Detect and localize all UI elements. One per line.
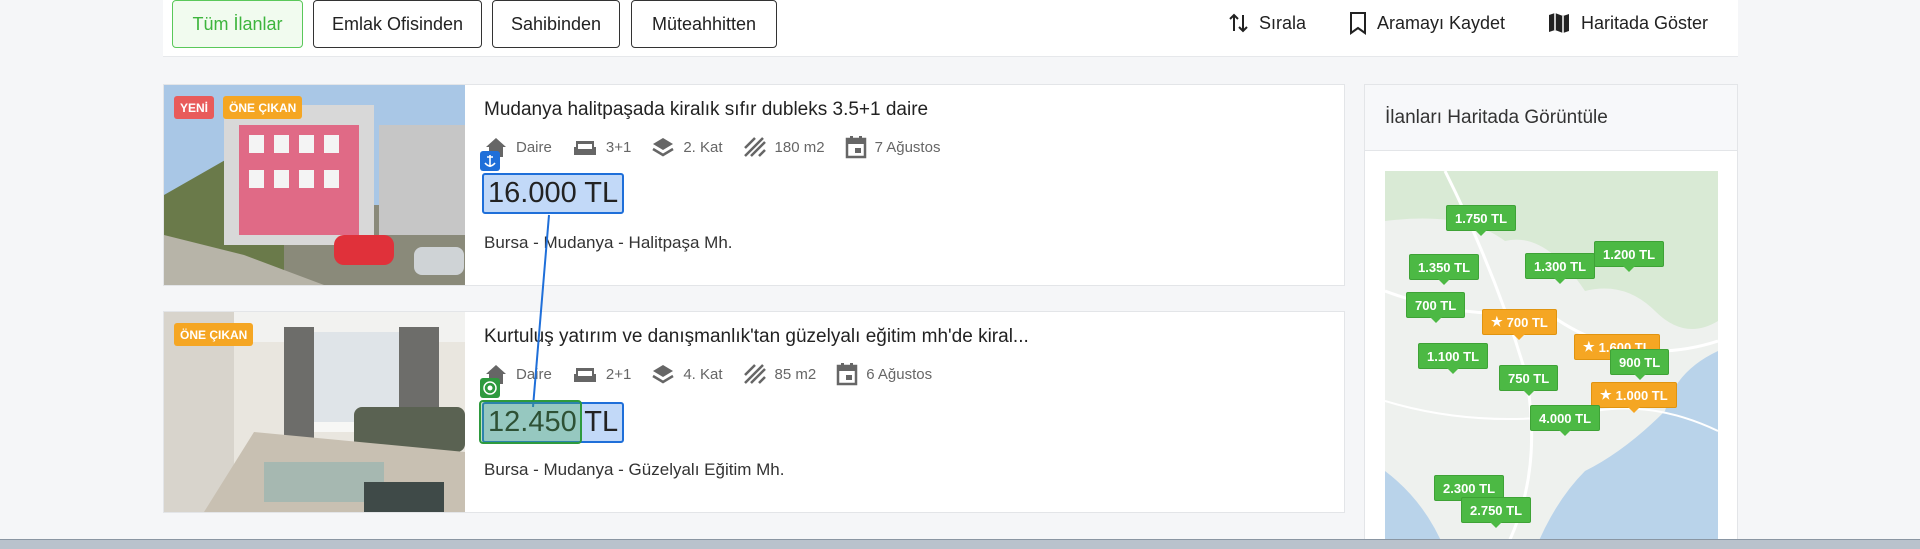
- listing-location: Bursa - Mudanya - Güzelyalı Eğitim Mh.: [484, 460, 785, 479]
- star-icon: ★: [1583, 339, 1595, 354]
- sort-label: Sırala: [1259, 12, 1307, 33]
- listing-card[interactable]: YENİ ÖNE ÇIKAN Mudanya halitpaşada kiral…: [163, 84, 1345, 286]
- area-icon: [743, 364, 766, 384]
- listing-photo[interactable]: ÖNE ÇIKAN: [164, 312, 465, 512]
- calendar-icon: [836, 363, 858, 386]
- layers-icon: [652, 138, 674, 157]
- listing-photo[interactable]: YENİ ÖNE ÇIKAN: [164, 85, 465, 285]
- meta-type: Daire: [484, 136, 552, 158]
- map-featured-pin[interactable]: ★ 700 TL: [1482, 309, 1557, 340]
- meta-rooms: 2+1: [572, 364, 631, 384]
- sofa-icon: [573, 141, 596, 155]
- save-search-button[interactable]: Aramayı Kaydet: [1349, 8, 1505, 38]
- listing-location: Bursa - Mudanya - Halitpaşa Mh.: [484, 233, 733, 252]
- bookmark-icon: [1350, 12, 1366, 35]
- map-panel: İlanları Haritada Görüntüle 1.750 TL 1.3…: [1364, 84, 1738, 549]
- filter-contractor-button[interactable]: Müteahhitten: [631, 0, 777, 48]
- meta-type: Daire: [484, 363, 552, 385]
- map-icon: [1549, 13, 1569, 33]
- sofa-icon: [573, 368, 596, 382]
- meta-floor: 2. Kat: [651, 136, 723, 158]
- featured-badge: ÖNE ÇIKAN: [174, 323, 254, 346]
- meta-date: 7 Ağustos: [845, 135, 940, 159]
- map-price-pin[interactable]: 2.750 TL: [1461, 497, 1532, 528]
- listing-title[interactable]: Kurtuluş yatırım ve danışmanlık'tan güze…: [484, 326, 1029, 348]
- sort-button[interactable]: Sırala: [1229, 8, 1306, 38]
- star-icon: ★: [1600, 387, 1612, 402]
- layers-icon: [652, 365, 674, 384]
- map-view[interactable]: 1.750 TL 1.350 TL 1.300 TL 1.200 TL 700 …: [1385, 171, 1718, 549]
- map-featured-pin[interactable]: ★ 1.000 TL: [1591, 382, 1677, 413]
- map-price-pin[interactable]: 1.200 TL: [1594, 241, 1665, 272]
- map-panel-title: İlanları Haritada Görüntüle: [1365, 85, 1737, 151]
- meta-area: 85 m2: [743, 363, 816, 385]
- star-icon: ★: [1491, 314, 1503, 329]
- listing-meta: Daire 2+1 4. Kat 85 m2 6 Ağustos: [484, 362, 952, 386]
- show-map-label: Haritada Göster: [1581, 12, 1709, 33]
- featured-badge: ÖNE ÇIKAN: [223, 96, 303, 119]
- map-price-pin[interactable]: 1.100 TL: [1418, 343, 1489, 374]
- map-price-pin[interactable]: 1.300 TL: [1525, 253, 1596, 284]
- new-badge: YENİ: [174, 96, 215, 119]
- meta-area: 180 m2: [743, 136, 825, 158]
- home-icon: [486, 138, 506, 157]
- listing-price: 16.000 TL: [482, 173, 625, 214]
- map-price-pin[interactable]: 4.000 TL: [1530, 405, 1601, 436]
- listing-price: 12.450 TL: [482, 402, 625, 443]
- listing-title[interactable]: Mudanya halitpaşada kiralık sıfır dublek…: [484, 99, 928, 121]
- filter-office-button[interactable]: Emlak Ofisinden: [313, 0, 482, 48]
- listing-meta: Daire 3+1 2. Kat 180 m2 7 Ağustos: [484, 135, 960, 159]
- filter-all-button[interactable]: Tüm İlanlar: [172, 0, 303, 48]
- sort-icon: [1229, 13, 1248, 33]
- map-price-pin[interactable]: 1.350 TL: [1409, 254, 1480, 285]
- window-bottom-edge: [0, 539, 1920, 549]
- meta-date: 6 Ağustos: [836, 362, 932, 386]
- map-price-pin[interactable]: 700 TL: [1406, 292, 1466, 323]
- area-icon: [743, 137, 766, 157]
- save-search-label: Aramayı Kaydet: [1377, 12, 1506, 33]
- meta-floor: 4. Kat: [651, 363, 723, 385]
- listing-toolbar: Tüm İlanlar Emlak Ofisinden Sahibinden M…: [163, 0, 1738, 57]
- map-price-pin[interactable]: 900 TL: [1610, 349, 1670, 380]
- home-icon: [486, 365, 506, 384]
- map-price-pin[interactable]: 750 TL: [1499, 365, 1559, 396]
- meta-rooms: 3+1: [572, 137, 631, 157]
- filter-owner-button[interactable]: Sahibinden: [492, 0, 620, 48]
- calendar-icon: [845, 136, 866, 159]
- show-map-button[interactable]: Haritada Göster: [1547, 8, 1708, 38]
- map-price-pin[interactable]: 1.750 TL: [1446, 205, 1517, 236]
- listing-card[interactable]: ÖNE ÇIKAN Kurtuluş yatırım ve danışmanlı…: [163, 311, 1345, 513]
